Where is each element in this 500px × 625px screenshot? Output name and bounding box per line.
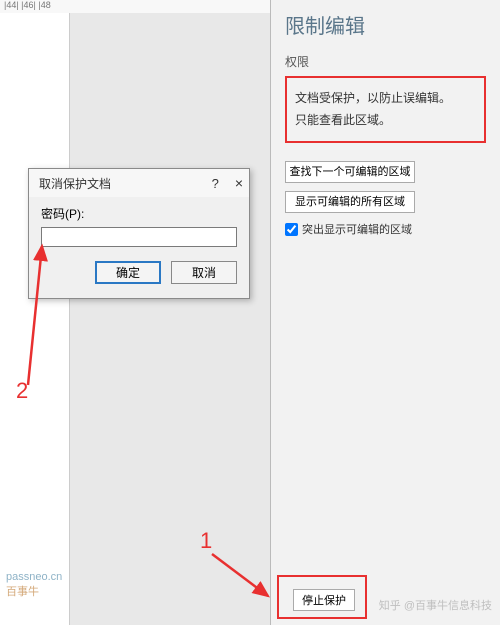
find-next-region-button[interactable]: 查找下一个可编辑的区域 xyxy=(285,161,415,183)
document-page xyxy=(0,13,70,625)
close-icon[interactable]: × xyxy=(235,175,243,191)
ok-button[interactable]: 确定 xyxy=(95,261,161,284)
dialog-titlebar: 取消保护文档 ? × xyxy=(29,169,249,197)
password-input[interactable] xyxy=(41,227,237,247)
highlight-regions-row[interactable]: 突出显示可编辑的区域 xyxy=(285,221,486,237)
ruler: |44| |46| |48 xyxy=(0,0,270,13)
dialog-title-text: 取消保护文档 xyxy=(39,175,111,192)
help-icon[interactable]: ? xyxy=(212,176,219,191)
protection-info-line1: 文档受保护，以防止误编辑。 xyxy=(295,88,476,110)
stop-protection-highlight: 停止保护 xyxy=(277,575,367,619)
pane-subtitle: 权限 xyxy=(285,53,486,70)
password-label: 密码(P): xyxy=(41,205,237,222)
unprotect-dialog: 取消保护文档 ? × 密码(P): 确定 取消 xyxy=(28,168,250,299)
cancel-button[interactable]: 取消 xyxy=(171,261,237,284)
highlight-regions-label: 突出显示可编辑的区域 xyxy=(302,221,412,237)
document-area xyxy=(0,13,270,625)
highlight-regions-checkbox[interactable] xyxy=(285,223,298,236)
protection-info-box: 文档受保护，以防止误编辑。 只能查看此区域。 xyxy=(285,76,486,143)
show-all-regions-button[interactable]: 显示可编辑的所有区域 xyxy=(285,191,415,213)
protection-info-line2: 只能查看此区域。 xyxy=(295,110,476,132)
stop-protection-button[interactable]: 停止保护 xyxy=(293,589,355,611)
restrict-editing-pane: 限制编辑 权限 文档受保护，以防止误编辑。 只能查看此区域。 查找下一个可编辑的… xyxy=(271,0,500,625)
dialog-body: 密码(P): 确定 取消 xyxy=(29,197,249,298)
pane-title: 限制编辑 xyxy=(285,10,486,39)
